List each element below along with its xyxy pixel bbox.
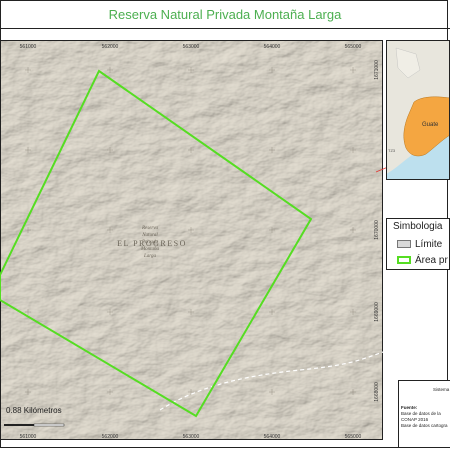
- x-tick-bottom-4: 564000: [264, 434, 281, 440]
- legend: Simbologia Límite Área pr: [386, 218, 450, 270]
- reserve-label-line-5: Larga: [143, 254, 157, 259]
- scale-bar: [4, 423, 65, 427]
- info-line-1: Base de datos de la: [401, 411, 441, 416]
- y-tick-right-3: 1669000: [374, 302, 380, 322]
- x-tick-bottom-3: 563000: [183, 434, 200, 440]
- legend-item-limite: Límite: [397, 239, 442, 251]
- x-tick-bottom-1: 561000: [20, 434, 37, 440]
- info-header: Sistema: [433, 387, 450, 392]
- info-line-2: CONAP 2016: [401, 417, 429, 422]
- inset-map: Guate TZ3: [386, 40, 450, 180]
- main-map: EL PROGRESO Reserva Natural Privada Mont…: [0, 40, 384, 440]
- scale-label: 0.88 Kilómetros: [6, 406, 62, 415]
- reserve-label-line-2: Natural: [141, 233, 158, 238]
- terrain-relief: [0, 40, 383, 440]
- x-tick-bottom-5: 565000: [345, 434, 362, 440]
- legend-swatch-limite: [397, 240, 411, 249]
- x-tick-top-2: 562000: [102, 44, 119, 50]
- y-tick-right-1: 1671000: [374, 60, 380, 80]
- y-tick-right-4: 1668000: [374, 382, 380, 402]
- x-tick-top-1: 561000: [20, 44, 37, 50]
- legend-title: Simbologia: [393, 221, 443, 232]
- x-tick-top-4: 564000: [264, 44, 281, 50]
- legend-label-limite: Límite: [415, 239, 443, 250]
- info-source-title: Fuente:: [401, 405, 418, 410]
- right-column: Guate TZ3 Simbologia Límite Área pr Sist…: [386, 40, 450, 450]
- x-tick-top-3: 563000: [183, 44, 200, 50]
- y-tick-right-2: 1670000: [374, 220, 380, 240]
- reserve-label-line-4: Montaña: [140, 247, 160, 252]
- x-tick-top-5: 565000: [345, 44, 362, 50]
- reserve-label-line-1: Reserva: [141, 226, 159, 231]
- legend-item-area: Área pr: [397, 255, 448, 267]
- info-line-3: Base de datos cartogra: [401, 423, 448, 428]
- legend-label-area: Área pr: [415, 255, 448, 266]
- page-title: Reserva Natural Privada Montaña Larga: [0, 0, 450, 29]
- reserve-label-line-3: Privada: [141, 240, 159, 245]
- x-tick-bottom-2: 562000: [102, 434, 119, 440]
- inset-label-tz3: TZ3: [388, 148, 396, 153]
- info-box: Sistema Fuente: Base de datos de la CONA…: [398, 380, 450, 448]
- legend-swatch-area: [397, 256, 411, 265]
- map-canvas: EL PROGRESO Reserva Natural Privada Mont…: [0, 40, 384, 440]
- inset-label-guate: Guate: [422, 122, 439, 128]
